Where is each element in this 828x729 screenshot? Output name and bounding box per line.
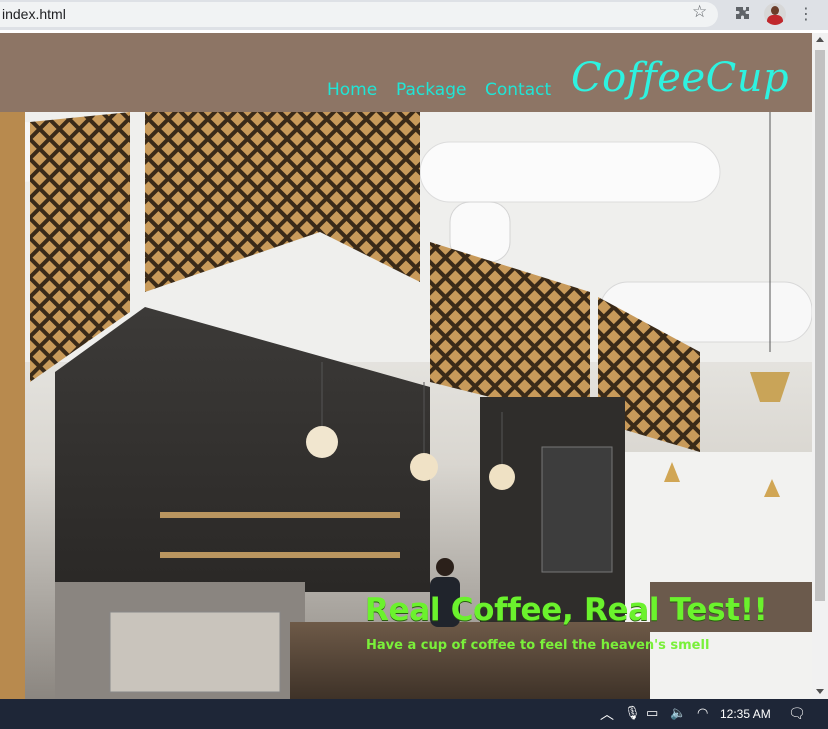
nav-link-package[interactable]: Package: [396, 80, 466, 100]
navbar: Home Package Contact CoffeeCup: [0, 33, 812, 112]
nav-link-contact[interactable]: Contact: [485, 80, 551, 100]
battery-icon[interactable]: ▭: [646, 706, 658, 721]
windows-taskbar: ︿ 🎙 ▭ 🔈 ◠ 12:35 AM 🗨: [0, 699, 828, 729]
address-bar[interactable]: index.html: [0, 2, 718, 27]
browser-toolbar: index.html ☆ ⋮: [0, 0, 828, 30]
star-icon[interactable]: ☆: [692, 2, 707, 22]
taskbar-clock[interactable]: 12:35 AM: [720, 707, 771, 721]
notification-icon[interactable]: 🗨: [788, 706, 806, 722]
avatar-body: [767, 15, 783, 25]
url-text[interactable]: index.html: [2, 6, 66, 22]
web-page: Home Package Contact CoffeeCup Real Coff…: [0, 33, 812, 699]
microphone-icon[interactable]: 🎙: [624, 706, 641, 721]
hero-headline: Real Coffee, Real Test!!: [365, 592, 768, 628]
profile-avatar[interactable]: [764, 3, 786, 25]
more-icon[interactable]: ⋮: [798, 4, 814, 24]
avatar-head: [771, 6, 779, 15]
scrollbar-thumb[interactable]: [815, 50, 825, 601]
chevron-up-icon[interactable]: ︿: [600, 704, 614, 724]
volume-icon[interactable]: 🔈: [670, 706, 686, 721]
wifi-icon[interactable]: ◠: [697, 706, 708, 721]
brand-logo[interactable]: CoffeeCup: [571, 55, 789, 101]
nav-link-home[interactable]: Home: [327, 80, 377, 100]
hero-subtitle: Have a cup of coffee to feel the heaven'…: [366, 638, 710, 653]
extensions-icon[interactable]: [734, 6, 750, 22]
page-scrollbar[interactable]: [812, 33, 828, 699]
scroll-down-arrow-icon[interactable]: [816, 689, 824, 694]
hero-section: Real Coffee, Real Test!! Have a cup of c…: [0, 112, 812, 699]
scroll-up-arrow-icon[interactable]: [816, 37, 824, 42]
